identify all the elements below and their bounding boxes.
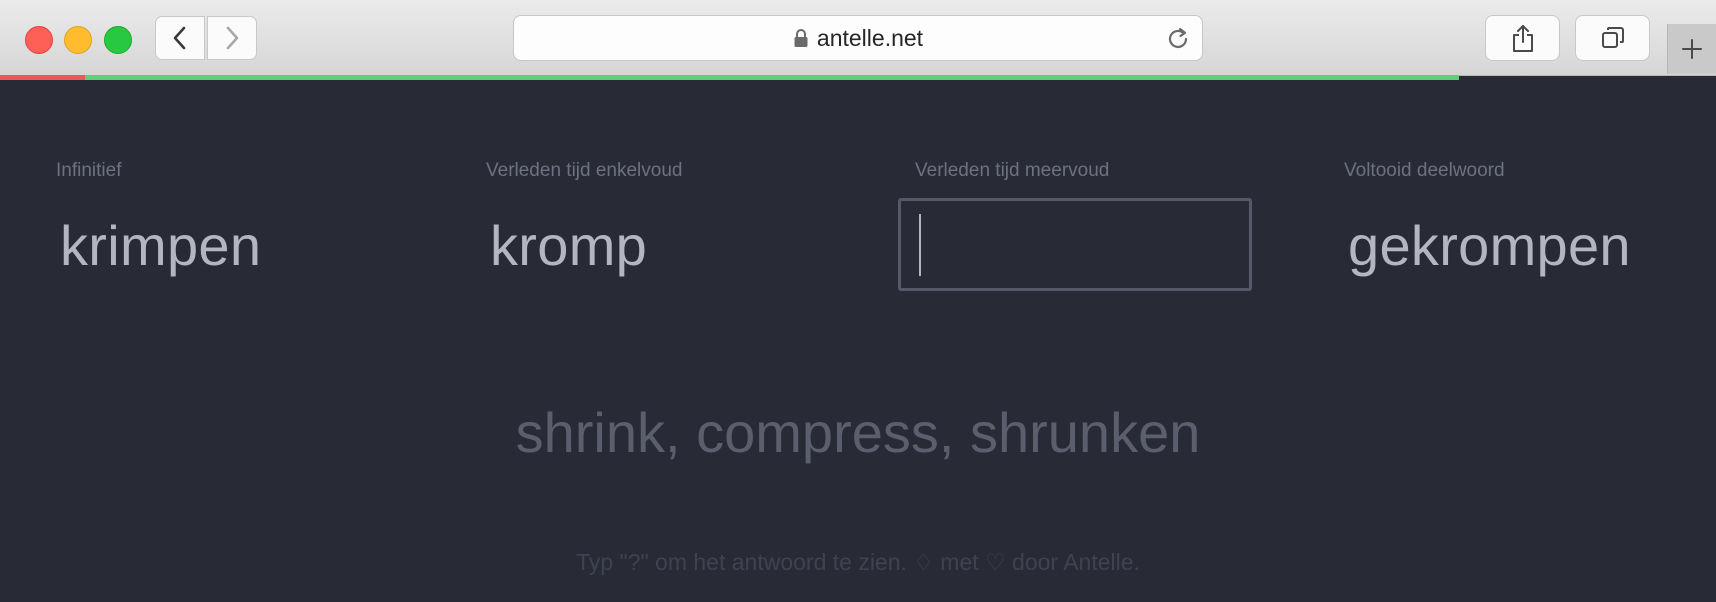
tab-overview-button[interactable] xyxy=(1575,15,1650,61)
column-infinitive: Infinitief krimpen xyxy=(56,160,261,278)
forward-button[interactable] xyxy=(207,16,257,60)
column-value: gekrompen xyxy=(1348,214,1631,277)
progress-bar-start xyxy=(0,75,85,80)
column-past-plural: Verleden tijd meervoud xyxy=(915,160,1109,182)
lock-icon xyxy=(794,29,808,47)
plus-icon xyxy=(1682,39,1702,59)
back-button[interactable] xyxy=(155,16,205,60)
column-value: kromp xyxy=(490,214,648,277)
window-minimize-button[interactable] xyxy=(64,26,92,54)
share-button[interactable] xyxy=(1485,15,1560,61)
column-label: Voltooid deelwoord xyxy=(1344,160,1505,181)
column-label: Verleden tijd enkelvoud xyxy=(486,160,683,181)
window-close-button[interactable] xyxy=(25,26,53,54)
text-caret xyxy=(919,214,921,276)
column-past-singular: Verleden tijd enkelvoud kromp xyxy=(486,160,682,278)
column-past-participle: Voltooid deelwoord gekrompen xyxy=(1344,160,1631,278)
footer-hint: Typ "?" om het antwoord te zien. ♢ met ♡… xyxy=(576,549,1140,575)
address-bar[interactable]: antelle.net xyxy=(513,15,1203,61)
page-load-progress-bar xyxy=(85,75,1459,80)
answer-input[interactable] xyxy=(901,201,1249,288)
browser-toolbar: antelle.net xyxy=(0,0,1716,76)
column-value: krimpen xyxy=(60,214,262,277)
window-maximize-button[interactable] xyxy=(104,26,132,54)
answer-input-box[interactable] xyxy=(898,198,1252,291)
chevron-left-icon xyxy=(173,26,186,50)
share-icon xyxy=(1512,25,1533,52)
reload-icon[interactable] xyxy=(1164,25,1192,53)
tabs-overview-icon xyxy=(1601,27,1624,48)
chevron-right-icon xyxy=(226,26,239,50)
translation-text: shrink, compress, shrunken xyxy=(515,401,1201,464)
column-label: Infinitief xyxy=(56,160,122,181)
column-label: Verleden tijd meervoud xyxy=(915,160,1110,181)
new-tab-button[interactable] xyxy=(1667,24,1716,74)
address-url: antelle.net xyxy=(816,24,924,51)
